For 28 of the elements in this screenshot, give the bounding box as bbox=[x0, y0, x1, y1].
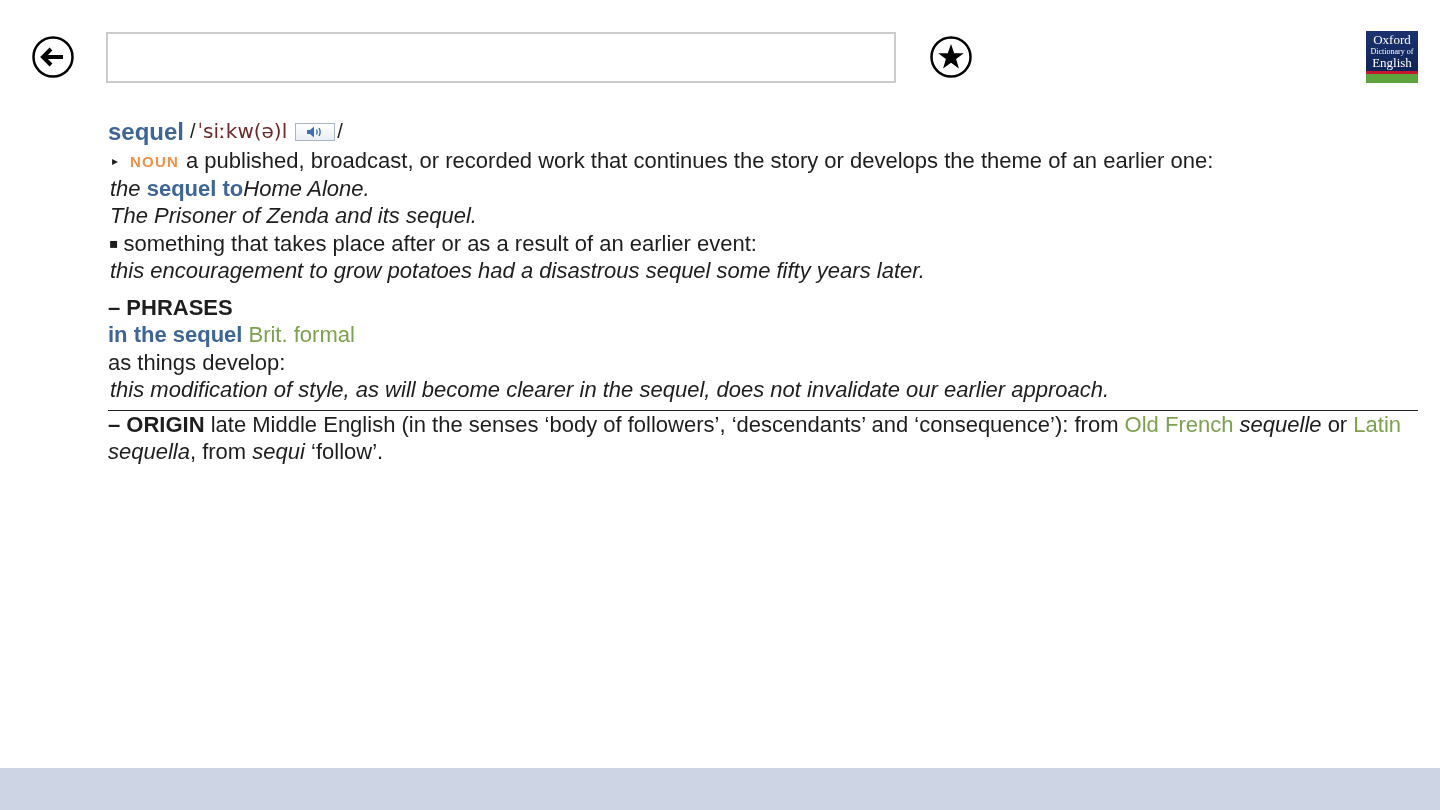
back-button[interactable] bbox=[32, 36, 74, 78]
speaker-icon bbox=[307, 125, 324, 138]
part-of-speech-label: NOUN bbox=[130, 151, 179, 171]
origin-paragraph: – ORIGIN late Middle English (in the senses ‘body of followers’, ‘descendants’ and ‘consequence’): from Old French sequelle or Latin sequella, from sequi ‘follow’. bbox=[108, 410, 1403, 466]
definition-text: as things develop: bbox=[108, 348, 287, 376]
pronunciation-slash: / bbox=[190, 118, 196, 144]
example-sentence: this modification of style, as will become clearer in the sequel, does not invalidate our earlier approach. bbox=[109, 376, 1111, 404]
phonetic-transcription: ˈsiːkw(ə)l bbox=[197, 117, 288, 145]
definition-text: something that takes place after or as a result of an earlier event: bbox=[123, 229, 757, 257]
definition-text: a published, broadcast, or recorded work that continues the story or develops the theme of an earlier one: bbox=[186, 147, 1214, 175]
audio-button[interactable] bbox=[295, 122, 336, 141]
arrow-left-circle-icon bbox=[32, 36, 74, 78]
star-circle-icon bbox=[930, 36, 972, 78]
bullet-marker: ▪ bbox=[109, 235, 119, 252]
example-sentence: this encouragement to grow potatoes had a disastrous sequel some fifty years later. bbox=[109, 257, 926, 285]
logo-text: English bbox=[1372, 56, 1412, 70]
example-sentence: The Prisoner of Zenda and its sequel. bbox=[109, 202, 478, 230]
logo-text: Oxford bbox=[1373, 33, 1411, 47]
section-heading: – PHRASES bbox=[108, 293, 234, 321]
pronunciation-slash: / bbox=[337, 118, 343, 144]
register-label: Brit. formal bbox=[248, 321, 355, 349]
headword: sequel bbox=[108, 117, 185, 146]
search-field[interactable] bbox=[106, 31, 896, 83]
bullet-marker: ▸ bbox=[112, 153, 119, 168]
example-sentence: the sequel toHome Alone. bbox=[109, 174, 371, 202]
favorite-button[interactable] bbox=[930, 36, 972, 78]
logo-text: Dictionary of bbox=[1370, 47, 1414, 56]
phrase-term: in the sequel bbox=[108, 321, 243, 349]
